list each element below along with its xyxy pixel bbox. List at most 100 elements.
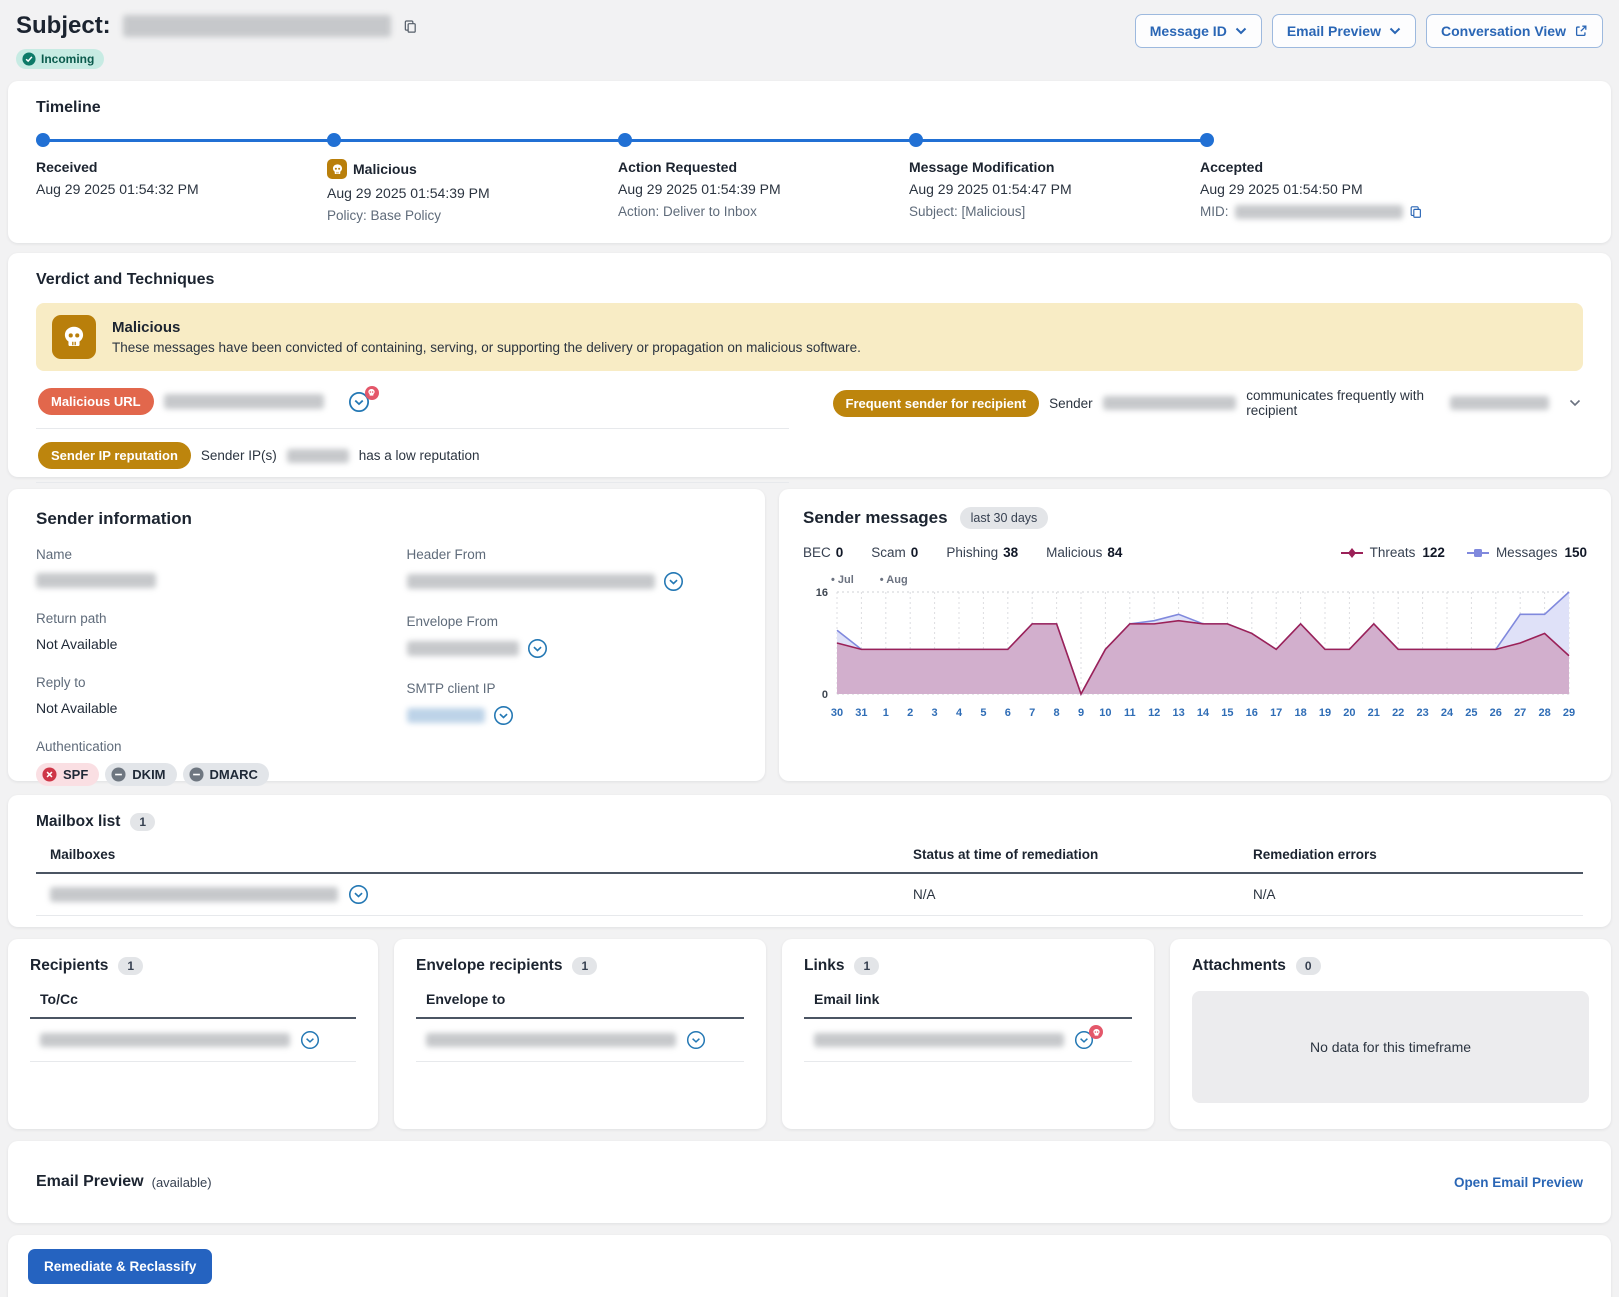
chart-x-label: 3 bbox=[932, 707, 938, 719]
expand-smtp-ip-button[interactable] bbox=[493, 705, 514, 726]
subject-label: Subject: bbox=[16, 12, 111, 40]
sender-information-card: Sender information Name Return path Not … bbox=[8, 489, 765, 781]
conversation-view-button[interactable]: Conversation View bbox=[1426, 14, 1603, 48]
timeline-dot-action-requested bbox=[618, 133, 632, 147]
recipients-count-badge: 1 bbox=[118, 957, 143, 975]
external-link-icon bbox=[1574, 24, 1588, 38]
dkim-badge: DKIM bbox=[105, 763, 176, 786]
chart-x-label: 25 bbox=[1465, 707, 1477, 719]
chart-x-label: 12 bbox=[1148, 707, 1160, 719]
malicious-skull-badge-icon bbox=[365, 386, 379, 400]
redacted-smtp-client-ip bbox=[407, 708, 485, 723]
envelope-recipient-row bbox=[416, 1019, 744, 1062]
sender-information-title: Sender information bbox=[36, 509, 737, 529]
copy-subject-icon[interactable] bbox=[403, 19, 418, 34]
redacted-mid bbox=[1235, 205, 1403, 219]
reply-to-value: Not Available bbox=[36, 699, 367, 717]
remediate-reclassify-button[interactable]: Remediate & Reclassify bbox=[28, 1249, 212, 1284]
verdict-banner: Malicious These messages have been convi… bbox=[36, 303, 1583, 371]
spf-badge: SPF bbox=[36, 763, 99, 786]
timeline-milestone-malicious: Malicious Aug 29 2025 01:54:39 PM Policy… bbox=[327, 159, 612, 223]
redacted-sender-name bbox=[36, 573, 156, 588]
verdict-title: Verdict and Techniques bbox=[36, 271, 1583, 289]
frequent-sender-tag: Frequent sender for recipient bbox=[833, 390, 1040, 417]
chart-x-label: 8 bbox=[1054, 707, 1060, 719]
footer-action-bar: Remediate & Reclassify bbox=[8, 1235, 1611, 1297]
chart-x-label: 30 bbox=[831, 707, 843, 719]
timeline-card: Timeline Received Aug 29 2025 01:54:32 P… bbox=[8, 81, 1611, 243]
recipient-row bbox=[30, 1019, 356, 1062]
technique-frequent-sender: Frequent sender for recipient Sender com… bbox=[831, 375, 1584, 431]
email-preview-availability: (available) bbox=[152, 1175, 212, 1190]
sender-messages-card: Sender messages last 30 days BEC0 Scam0 … bbox=[779, 489, 1611, 781]
chart-x-label: 14 bbox=[1197, 707, 1210, 719]
email-analysis-page: Subject: Incoming Message ID bbox=[0, 0, 1619, 1297]
attachments-panel: Attachments 0 No data for this timeframe bbox=[1170, 939, 1611, 1129]
incoming-check-icon bbox=[22, 52, 36, 66]
email-preview-card: Email Preview (available) Open Email Pre… bbox=[8, 1141, 1611, 1223]
email-preview-button[interactable]: Email Preview bbox=[1272, 14, 1416, 48]
expand-mailbox-button[interactable] bbox=[348, 884, 369, 905]
verdict-skull-icon bbox=[52, 315, 96, 359]
verdict-description: These messages have been convicted of co… bbox=[112, 340, 861, 355]
techniques-left-column: Malicious URL Sender IP reputation Sende… bbox=[36, 375, 789, 483]
email-link-row bbox=[804, 1019, 1132, 1062]
redacted-sender-ip bbox=[287, 449, 349, 463]
timeline-milestone-action-requested: Action Requested Aug 29 2025 01:54:39 PM… bbox=[618, 159, 903, 219]
chart-x-label: 6 bbox=[1005, 707, 1011, 719]
chart-x-label: 20 bbox=[1343, 707, 1355, 719]
chart-x-label: 28 bbox=[1538, 707, 1550, 719]
chart-x-label: 10 bbox=[1099, 707, 1111, 719]
expand-email-link-button[interactable] bbox=[1074, 1030, 1094, 1050]
dmarc-badge: DMARC bbox=[183, 763, 269, 786]
email-preview-title: Email Preview bbox=[36, 1173, 144, 1191]
expand-frequent-sender-button[interactable] bbox=[1569, 399, 1581, 407]
timeline-milestone-message-modification: Message Modification Aug 29 2025 01:54:4… bbox=[909, 159, 1194, 219]
expand-recipient-button[interactable] bbox=[300, 1030, 320, 1050]
timeframe-pill: last 30 days bbox=[960, 507, 1049, 529]
message-id-button[interactable]: Message ID bbox=[1135, 14, 1262, 48]
open-email-preview-link[interactable]: Open Email Preview bbox=[1454, 1175, 1583, 1190]
redacted-header-from bbox=[407, 574, 655, 589]
chart-x-label: 17 bbox=[1270, 707, 1282, 719]
expand-envelope-recipient-button[interactable] bbox=[686, 1030, 706, 1050]
copy-mid-icon[interactable] bbox=[1409, 205, 1423, 219]
mailbox-table: Mailboxes Status at time of remediation … bbox=[36, 847, 1583, 916]
chart-x-label: 27 bbox=[1514, 707, 1526, 719]
verdict-label: Malicious bbox=[112, 319, 861, 336]
sender-info-right-column: Header From Envelope From bbox=[407, 547, 738, 786]
chart-x-label: 31 bbox=[855, 707, 867, 719]
chart-x-label: 9 bbox=[1078, 707, 1084, 719]
sender-messages-stats: BEC0 Scam0 Phishing38 Malicious84 Threat… bbox=[803, 545, 1587, 560]
timeline-title: Timeline bbox=[36, 99, 1583, 117]
chart-x-label: 1 bbox=[883, 707, 889, 719]
sender-ip-reputation-tag: Sender IP reputation bbox=[38, 442, 191, 469]
chart-x-label: 15 bbox=[1221, 707, 1233, 719]
mailbox-count-badge: 1 bbox=[130, 813, 155, 831]
redacted-malicious-url bbox=[164, 394, 324, 409]
chart-x-label: 13 bbox=[1172, 707, 1184, 719]
chart-x-label: 22 bbox=[1392, 707, 1404, 719]
chart-month-marker: • Jul bbox=[831, 574, 854, 586]
expand-envelope-from-button[interactable] bbox=[527, 638, 548, 659]
links-count-badge: 1 bbox=[854, 957, 879, 975]
fail-circle-icon bbox=[42, 767, 57, 782]
chart-x-label: 23 bbox=[1416, 707, 1428, 719]
attachments-count-badge: 0 bbox=[1296, 957, 1321, 975]
mailbox-list-title: Mailbox list bbox=[36, 813, 120, 831]
envelope-recipients-panel: Envelope recipients 1 Envelope to bbox=[394, 939, 766, 1129]
malicious-skull-badge-icon bbox=[1089, 1025, 1103, 1039]
chart-y-label: 16 bbox=[816, 587, 828, 599]
redacted-envelope-from bbox=[407, 641, 519, 656]
header-actions: Message ID Email Preview Conversation Vi… bbox=[1135, 12, 1603, 48]
chart-x-label: 11 bbox=[1124, 707, 1136, 719]
neutral-circle-icon bbox=[111, 767, 126, 782]
legend-threats: Threats122 bbox=[1341, 545, 1445, 560]
chart-x-label: 19 bbox=[1319, 707, 1331, 719]
expand-header-from-button[interactable] bbox=[663, 571, 684, 592]
legend-messages: Messages150 bbox=[1467, 545, 1587, 560]
chevron-down-icon bbox=[1235, 27, 1247, 35]
timeline-dot-accepted bbox=[1200, 133, 1214, 147]
expand-malicious-url-button[interactable] bbox=[348, 391, 370, 413]
malicious-url-tag: Malicious URL bbox=[38, 388, 154, 415]
